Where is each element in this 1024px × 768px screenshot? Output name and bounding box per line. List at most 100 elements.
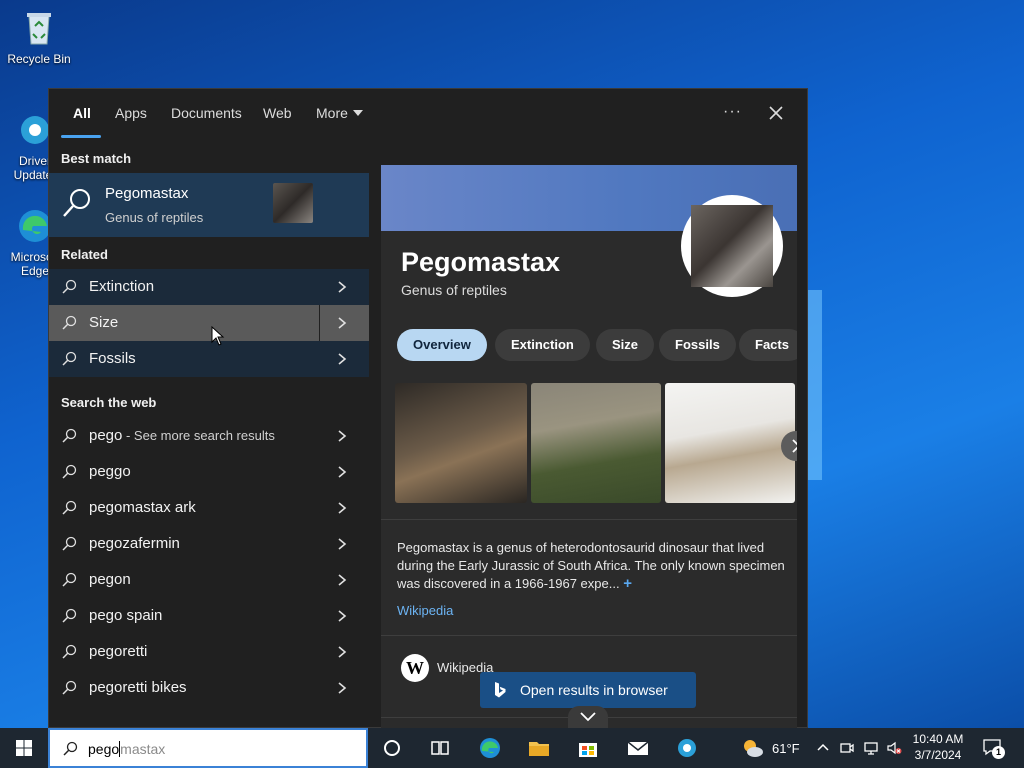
best-match-subtitle: Genus of reptiles (105, 210, 204, 225)
tab-more-label: More (316, 105, 348, 121)
recycle-bin-icon (19, 8, 59, 48)
web-result[interactable]: pego - See more search results (49, 418, 369, 454)
scroll-down-button[interactable] (568, 706, 608, 728)
search-suggestion-text: mastax (120, 741, 166, 757)
search-icon (62, 572, 77, 587)
divider (381, 635, 797, 636)
taskbar-search-box[interactable]: pegomastax (48, 728, 368, 768)
pill-extinction[interactable]: Extinction (495, 329, 590, 361)
web-result-label: pego spain (89, 607, 163, 624)
taskbar: pegomastax 61°F 10:40 AM 3/7/2024 1 (0, 728, 1024, 768)
web-result[interactable]: pego spain (49, 598, 369, 634)
tab-apps[interactable]: Apps (115, 105, 147, 121)
web-result[interactable]: pegozafermin (49, 526, 369, 562)
pill-fossils[interactable]: Fossils (659, 329, 736, 361)
tab-documents[interactable]: Documents (171, 105, 242, 121)
gallery-next-button[interactable] (781, 431, 797, 461)
more-options-button[interactable]: ··· (723, 103, 742, 121)
web-result[interactable]: pegomastax ark (49, 490, 369, 526)
start-button[interactable] (0, 728, 48, 768)
gallery-image[interactable] (665, 383, 795, 503)
network-icon[interactable] (863, 740, 879, 756)
chevron-right-icon[interactable] (335, 352, 349, 366)
expand-button[interactable]: + (623, 575, 632, 592)
best-match-heading: Best match (61, 151, 132, 166)
web-result-label: pegomastax ark (89, 499, 196, 516)
action-center-button[interactable]: 1 (982, 738, 1005, 759)
preview-title: Pegomastax (401, 247, 561, 277)
pill-overview[interactable]: Overview (397, 329, 487, 361)
open-results-in-browser-button[interactable]: Open results in browser (480, 672, 696, 708)
chevron-right-icon[interactable] (335, 465, 349, 479)
related-item-extinction[interactable]: Extinction (49, 269, 369, 305)
gallery-image[interactable] (395, 383, 527, 503)
search-icon (62, 536, 77, 551)
web-result[interactable]: peggo (49, 454, 369, 490)
row-divider (319, 305, 320, 341)
search-typed-text: pego (88, 741, 120, 757)
meet-now-icon[interactable] (839, 740, 855, 756)
desktop-icon-recycle-bin[interactable]: Recycle Bin (0, 8, 78, 66)
web-result-label: pegoretti bikes (89, 679, 187, 696)
edge-icon[interactable] (478, 736, 502, 760)
best-match-title: Pegomastax (105, 185, 189, 202)
search-icon (62, 464, 77, 479)
caret-down-icon (352, 110, 363, 116)
web-result[interactable]: pegoretti bikes (49, 670, 369, 706)
search-icon (62, 680, 77, 695)
weather-temperature: 61°F (772, 741, 800, 756)
chevron-right-icon[interactable] (335, 681, 349, 695)
search-web-heading: Search the web (61, 395, 157, 410)
chevron-right-icon[interactable] (335, 609, 349, 623)
file-explorer-icon[interactable] (527, 736, 551, 760)
mail-icon[interactable] (626, 736, 650, 760)
chevron-down-icon (580, 712, 596, 722)
search-icon (62, 315, 77, 330)
store-icon[interactable] (576, 736, 600, 760)
chevron-right-icon[interactable] (335, 537, 349, 551)
related-item-size[interactable]: Size (49, 305, 369, 341)
system-clock[interactable]: 10:40 AM 3/7/2024 (900, 731, 976, 763)
web-result[interactable]: pegon (49, 562, 369, 598)
search-icon (62, 279, 77, 294)
chevron-right-icon[interactable] (335, 573, 349, 587)
divider (381, 519, 797, 520)
tab-more[interactable]: More (316, 105, 363, 121)
tab-all[interactable]: All (73, 105, 91, 121)
chevron-right-icon[interactable] (335, 429, 349, 443)
open-results-label: Open results in browser (520, 682, 668, 698)
pill-size[interactable]: Size (596, 329, 655, 361)
results-list: Best match Pegomastax Genus of reptiles … (49, 139, 369, 729)
chevron-right-icon[interactable] (335, 645, 349, 659)
chevron-right-icon[interactable] (335, 316, 349, 330)
web-result-label: pegozafermin (89, 535, 180, 552)
related-item-label: Size (89, 314, 119, 331)
wikipedia-icon: W (401, 654, 429, 682)
preview-pane: Pegomastax Genus of reptiles Overview Ex… (381, 165, 797, 729)
related-item-fossils[interactable]: Fossils (49, 341, 369, 377)
windows-icon (16, 740, 32, 756)
web-result-extra: - See more search results (122, 428, 275, 443)
task-view-icon[interactable] (428, 736, 452, 760)
chevron-right-icon[interactable] (335, 501, 349, 515)
text-caret (119, 741, 121, 757)
gallery-image[interactable] (531, 383, 661, 503)
best-match-thumbnail (273, 183, 313, 223)
search-icon (62, 608, 77, 623)
best-match-item[interactable]: Pegomastax Genus of reptiles (49, 173, 369, 237)
pill-facts[interactable]: Facts (739, 329, 797, 361)
web-result[interactable]: pegoretti (49, 634, 369, 670)
chevron-right-icon[interactable] (335, 280, 349, 294)
driver-updater-icon[interactable] (675, 736, 699, 760)
chevron-up-icon[interactable] (815, 740, 831, 756)
search-text: pegomastax (88, 741, 165, 757)
mouse-cursor-icon (211, 326, 225, 346)
close-button[interactable] (765, 102, 787, 124)
tab-web[interactable]: Web (263, 105, 292, 121)
web-result-label: pego - See more search results (89, 427, 275, 444)
clock-time: 10:40 AM (912, 732, 964, 746)
bing-icon (495, 682, 506, 698)
cortana-icon[interactable] (380, 736, 404, 760)
description-text: Pegomastax is a genus of heterodontosaur… (397, 540, 785, 591)
wikipedia-link[interactable]: Wikipedia (397, 603, 453, 618)
